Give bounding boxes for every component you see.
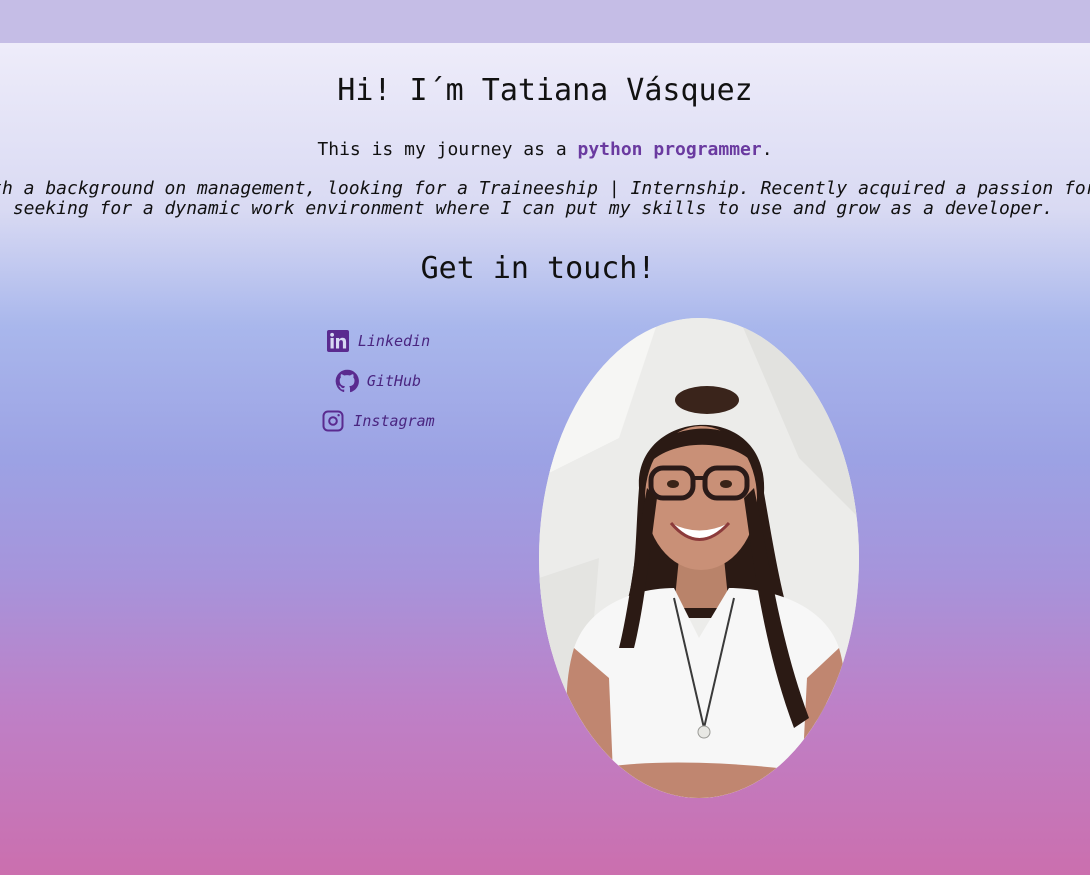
github-link[interactable]: GitHub <box>248 361 508 401</box>
page-content: Hi! I´m Tatiana Vásquez This is my journ… <box>0 43 1090 875</box>
tagline-prefix: This is my journey as a <box>317 139 578 160</box>
github-label: GitHub <box>366 372 422 390</box>
bio-line-2: seeking for a dynamic work environment w… <box>12 198 1054 219</box>
instagram-label: Instagram <box>353 412 435 430</box>
social-links: Linkedin GitHub Instagram <box>248 321 508 441</box>
portrait-illustration <box>539 318 859 798</box>
tagline: This is my journey as a python programme… <box>0 139 1090 160</box>
linkedin-icon <box>326 330 349 352</box>
bio-text: Professional with a background on manage… <box>0 179 1090 219</box>
tagline-accent: python programmer <box>577 139 762 160</box>
instagram-icon <box>322 410 344 432</box>
github-icon <box>335 369 359 393</box>
top-band <box>0 0 1090 43</box>
contact-heading: Get in touch! <box>420 251 656 286</box>
tagline-suffix: . <box>761 139 773 160</box>
instagram-link[interactable]: Instagram <box>248 401 508 441</box>
profile-photo <box>539 318 859 798</box>
linkedin-link[interactable]: Linkedin <box>248 321 508 361</box>
linkedin-label: Linkedin <box>357 332 431 350</box>
page-title: Hi! I´m Tatiana Vásquez <box>337 73 753 108</box>
bio-line-1: Professional with a background on manage… <box>0 178 1090 199</box>
